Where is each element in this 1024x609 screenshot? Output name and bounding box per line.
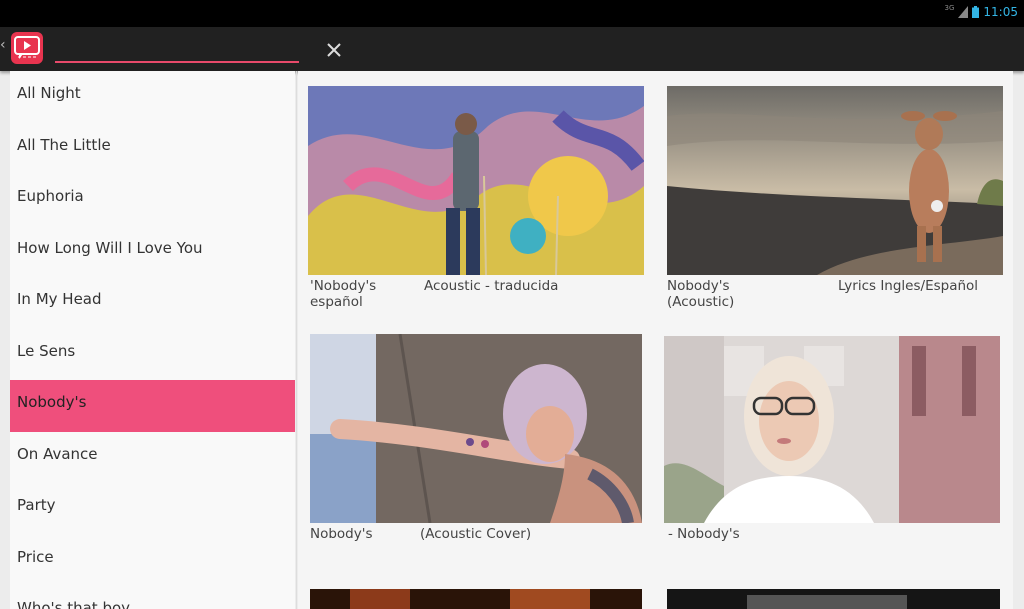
list-item-label: Le Sens [17, 341, 76, 360]
list-item-label: Euphoria [17, 187, 84, 205]
toolbar: ‹ [0, 27, 1024, 71]
video-thumbnail[interactable] [308, 86, 644, 275]
video-thumbnail[interactable] [310, 589, 642, 609]
caption-title-line2: español [310, 294, 363, 310]
caption-title: - Nobody's [668, 526, 740, 542]
list-item-label: All The Little [17, 135, 111, 154]
back-chevron-icon[interactable]: ‹ [0, 37, 6, 53]
list-item-label: In My Head [17, 290, 102, 308]
video-caption: Nobody's (Acoustic) Lyrics Ingles/Españo… [667, 279, 1003, 311]
video-card[interactable]: 'Nobody's español Acoustic - traducida [308, 86, 644, 316]
caption-title-line2: (Acoustic) [667, 294, 735, 310]
status-bar: 3G 11:05 [0, 0, 1024, 27]
list-item-price[interactable]: Price [10, 535, 295, 587]
list-item-label: On Avance [17, 444, 98, 463]
list-item-party[interactable]: Party [10, 483, 295, 535]
caption-title: Nobody's [310, 526, 373, 542]
list-item-label: All Night [17, 84, 81, 102]
video-caption: - Nobody's [668, 527, 998, 547]
video-grid: 'Nobody's español Acoustic - traducida N… [298, 71, 1013, 609]
list-item-label: Party [17, 496, 56, 514]
caption-subtitle: Acoustic - traducida [424, 278, 559, 294]
video-caption: Nobody's (Acoustic Cover) [310, 527, 642, 547]
list-item-label: Who's that boy [17, 599, 131, 609]
list-item-le-sens[interactable]: Le Sens [10, 329, 295, 381]
video-thumbnail[interactable] [667, 86, 1003, 275]
list-item-euphoria[interactable]: Euphoria [10, 174, 295, 226]
list-item-all-the-little[interactable]: All The Little [10, 123, 295, 175]
list-item-whos-that-boy[interactable]: Who's that boy [10, 586, 295, 609]
song-list: All Night All The Little Euphoria How Lo… [10, 71, 295, 609]
panel-divider [296, 71, 297, 609]
signal-icon [958, 6, 969, 18]
video-card[interactable]: - Nobody's [664, 336, 1000, 556]
close-icon[interactable] [325, 41, 343, 59]
list-item-in-my-head[interactable]: In My Head [10, 277, 295, 329]
video-card[interactable]: Nobody's (Acoustic) Lyrics Ingles/Españo… [667, 86, 1003, 316]
battery-icon [972, 6, 980, 18]
app-logo-icon[interactable] [11, 32, 43, 64]
list-item-label: Nobody's [17, 393, 87, 411]
list-item-label: How Long Will I Love You [17, 238, 203, 257]
video-thumbnail[interactable] [667, 589, 1000, 609]
status-icons: 3G 11:05 [944, 4, 1018, 19]
caption-subtitle: Lyrics Ingles/Español [838, 278, 979, 294]
list-item-on-avance[interactable]: On Avance [10, 432, 295, 484]
signal-3g-label: 3G [944, 4, 955, 12]
search-input[interactable] [55, 33, 259, 61]
search-box [55, 33, 341, 63]
caption-title: Nobody's [667, 278, 730, 294]
list-item-label: Price [17, 547, 54, 566]
clock: 11:05 [983, 5, 1018, 19]
video-card[interactable]: Nobody's (Acoustic Cover) [310, 334, 642, 554]
list-item-all-night[interactable]: All Night [10, 71, 295, 123]
video-caption: 'Nobody's español Acoustic - traducida [310, 279, 646, 311]
list-item-how-long[interactable]: How Long Will I Love You [10, 226, 295, 278]
video-thumbnail[interactable] [310, 334, 642, 523]
caption-title: 'Nobody's [310, 278, 377, 294]
list-item-nobodys[interactable]: Nobody's [10, 380, 295, 432]
caption-subtitle: (Acoustic Cover) [420, 526, 532, 542]
video-thumbnail[interactable] [664, 336, 1000, 523]
